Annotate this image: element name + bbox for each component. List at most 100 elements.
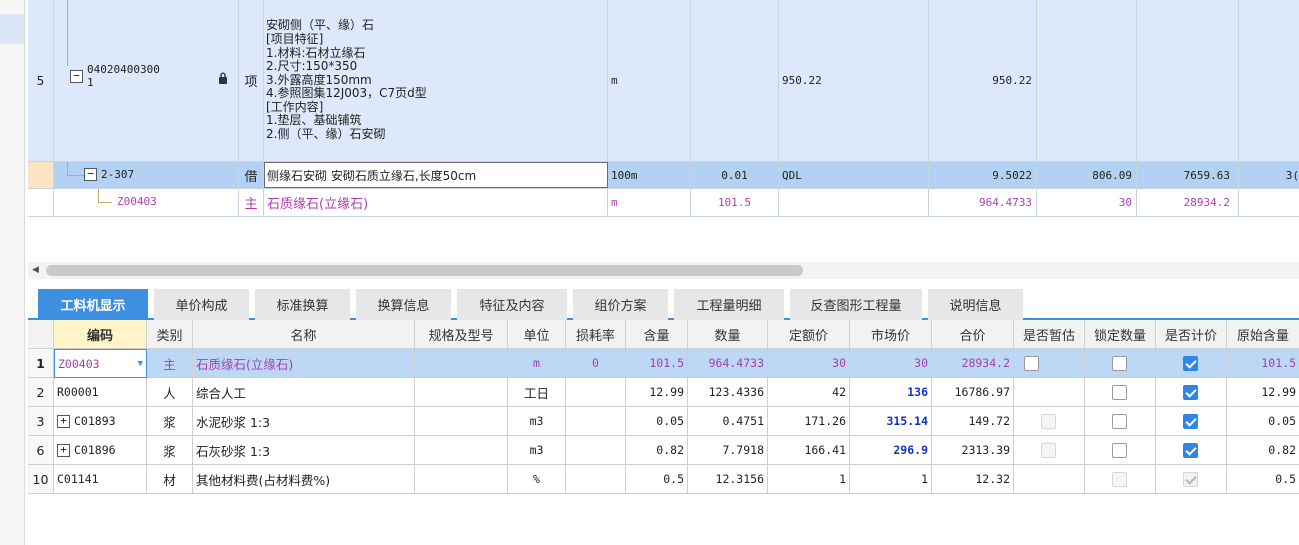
header-base-price[interactable]: 定额价 xyxy=(768,320,850,349)
lock-quantity-cell xyxy=(1085,378,1156,407)
table-row[interactable]: 1 Z00403 ▼ 主 石质缘石(立缘石) m 0 101.5 964.473… xyxy=(28,349,1299,378)
tab-standard-conversion[interactable]: 标准换算 xyxy=(255,289,350,320)
header-name[interactable]: 名称 xyxy=(193,320,415,349)
is-priced-checkbox[interactable] xyxy=(1183,384,1198,400)
tab-features[interactable]: 特征及内容 xyxy=(457,289,567,320)
spec-cell[interactable] xyxy=(415,349,508,378)
dropdown-arrow-icon[interactable]: ▼ xyxy=(138,359,143,369)
code-input[interactable]: Z00403 ▼ xyxy=(54,349,147,378)
code-cell[interactable]: R00001 xyxy=(54,378,147,407)
header-content[interactable]: 含量 xyxy=(626,320,688,349)
scroll-left-icon[interactable]: ◀ xyxy=(32,265,39,275)
spec-cell[interactable] xyxy=(415,436,508,465)
loss-rate-cell[interactable]: 0 xyxy=(566,349,626,378)
row-index xyxy=(28,162,54,188)
quantity-cell[interactable]: 964.4733 xyxy=(688,349,768,378)
is-priced-checkbox[interactable] xyxy=(1183,442,1198,458)
code-text: 2-307 xyxy=(101,168,135,181)
description-input[interactable]: 侧缘石安砌 安砌石质立缘石,长度50cm xyxy=(264,162,608,188)
quantity-cell[interactable]: 12.3156 xyxy=(688,465,768,494)
table-row-item-5[interactable]: 5 − 04020400300 1 项 安砌侧（平、缘）石 [项目特征] 1.材… xyxy=(28,0,1299,162)
table-row[interactable]: 2 R00001 人 综合人工 工日 12.99 123.4336 42 136… xyxy=(28,378,1299,407)
table-row[interactable]: 3 + C01893 浆 水泥砂浆 1:3 m3 0.05 0.4751 171… xyxy=(28,407,1299,436)
table-row-quota[interactable]: − 2-307 借 侧缘石安砌 安砌石质立缘石,长度50cm 100m 0.01… xyxy=(28,162,1299,189)
header-unit[interactable]: 单位 xyxy=(508,320,566,349)
header-spec[interactable]: 规格及型号 xyxy=(415,320,508,349)
is-priced-checkbox[interactable] xyxy=(1183,355,1198,371)
description-cell[interactable]: 安砌侧（平、缘）石 [项目特征] 1.材料:石材立缘石 2.尺寸:150*350… xyxy=(264,0,608,161)
tab-quantity-detail[interactable]: 工程量明细 xyxy=(674,289,784,320)
tree-line xyxy=(67,162,68,176)
header-lock-quantity[interactable]: 锁定数量 xyxy=(1085,320,1156,349)
header-total[interactable]: 合价 xyxy=(932,320,1014,349)
lock-quantity-cell xyxy=(1085,407,1156,436)
header-loss-rate[interactable]: 损耗率 xyxy=(566,320,626,349)
content-cell[interactable]: 0.05 xyxy=(626,407,688,436)
market-price-cell[interactable]: 315.14 xyxy=(850,407,932,436)
loss-rate-cell[interactable] xyxy=(566,436,626,465)
name-cell[interactable]: 水泥砂浆 1:3 xyxy=(193,407,415,436)
collapse-toggle-icon[interactable]: − xyxy=(84,168,97,181)
is-priced-checkbox[interactable] xyxy=(1183,413,1198,429)
lock-quantity-checkbox[interactable] xyxy=(1112,355,1127,371)
table-row[interactable]: 6 + C01896 浆 石灰砂浆 1:3 m3 0.82 7.7918 166… xyxy=(28,436,1299,465)
header-market-price[interactable]: 市场价 xyxy=(850,320,932,349)
content-cell[interactable]: 12.99 xyxy=(626,378,688,407)
quantity-cell[interactable]: 123.4336 xyxy=(688,378,768,407)
tab-unit-price[interactable]: 单价构成 xyxy=(154,289,249,320)
table-row[interactable]: 10 C01141 材 其他材料费(占材料费%) % 0.5 12.3156 1… xyxy=(28,465,1299,494)
quantity-cell[interactable]: 7.7918 xyxy=(688,436,768,465)
spec-cell[interactable] xyxy=(415,378,508,407)
code-cell[interactable]: + C01896 xyxy=(54,436,147,465)
market-price-cell[interactable]: 1 xyxy=(850,465,932,494)
code-cell[interactable]: Z00403 xyxy=(54,189,239,216)
name-cell[interactable]: 综合人工 xyxy=(193,378,415,407)
content-cell[interactable]: 101.5 xyxy=(626,349,688,378)
collapse-toggle-icon[interactable]: − xyxy=(70,69,83,83)
tab-resources[interactable]: 工料机显示 xyxy=(38,289,148,320)
table-row-material[interactable]: Z00403 主 石质缘石(立缘石) m 101.5 964.4733 30 2… xyxy=(28,189,1299,217)
scrollbar-thumb[interactable] xyxy=(46,265,803,276)
lock-quantity-checkbox[interactable] xyxy=(1112,384,1127,400)
horizontal-scrollbar[interactable]: ◀ xyxy=(28,262,1299,279)
expand-toggle-icon[interactable]: + xyxy=(57,414,70,428)
market-price-cell[interactable]: 296.9 xyxy=(850,436,932,465)
lock-quantity-checkbox[interactable] xyxy=(1112,413,1127,429)
name-cell[interactable]: 石质缘石(立缘石) xyxy=(193,349,415,378)
provisional-checkbox[interactable] xyxy=(1024,355,1039,371)
code-cell[interactable]: C01141 xyxy=(54,465,147,494)
quantity-cell[interactable]: 0.4751 xyxy=(688,407,768,436)
header-category[interactable]: 类别 xyxy=(147,320,193,349)
content-cell[interactable]: 0.5 xyxy=(626,465,688,494)
header-code[interactable]: 编码 xyxy=(54,320,147,349)
original-content-cell: 101.5 xyxy=(1227,349,1299,378)
loss-rate-cell[interactable] xyxy=(566,378,626,407)
code-cell[interactable]: + C01893 xyxy=(54,407,147,436)
expand-toggle-icon[interactable]: + xyxy=(57,443,70,457)
content-cell[interactable]: 0.82 xyxy=(626,436,688,465)
market-price-cell[interactable]: 136 xyxy=(850,378,932,407)
loss-rate-cell[interactable] xyxy=(566,407,626,436)
tab-graphic-quantity[interactable]: 反查图形工程量 xyxy=(790,289,922,320)
coef-cell: 0.01 xyxy=(691,162,779,188)
tab-description[interactable]: 说明信息 xyxy=(928,289,1023,320)
left-navigation-strip xyxy=(0,0,25,545)
tab-pricing-scheme[interactable]: 组价方案 xyxy=(573,289,668,320)
header-provisional[interactable]: 是否暂估 xyxy=(1014,320,1085,349)
tab-conversion-info[interactable]: 换算信息 xyxy=(356,289,451,320)
left-strip-selected-item[interactable] xyxy=(0,14,24,44)
lock-quantity-checkbox[interactable] xyxy=(1112,442,1127,458)
unit-cell: m3 xyxy=(508,436,566,465)
market-price-cell[interactable]: 30 xyxy=(850,349,932,378)
spec-cell[interactable] xyxy=(415,465,508,494)
header-is-priced[interactable]: 是否计价 xyxy=(1156,320,1227,349)
code-cell[interactable]: − 2-307 xyxy=(54,162,239,188)
header-original-content[interactable]: 原始含量 xyxy=(1227,320,1299,349)
name-cell[interactable]: 石灰砂浆 1:3 xyxy=(193,436,415,465)
header-quantity[interactable]: 数量 xyxy=(688,320,768,349)
unit-cell: 100m xyxy=(608,162,691,188)
code-cell[interactable]: − 04020400300 1 xyxy=(54,0,239,161)
spec-cell[interactable] xyxy=(415,407,508,436)
name-cell[interactable]: 其他材料费(占材料费%) xyxy=(193,465,415,494)
loss-rate-cell[interactable] xyxy=(566,465,626,494)
